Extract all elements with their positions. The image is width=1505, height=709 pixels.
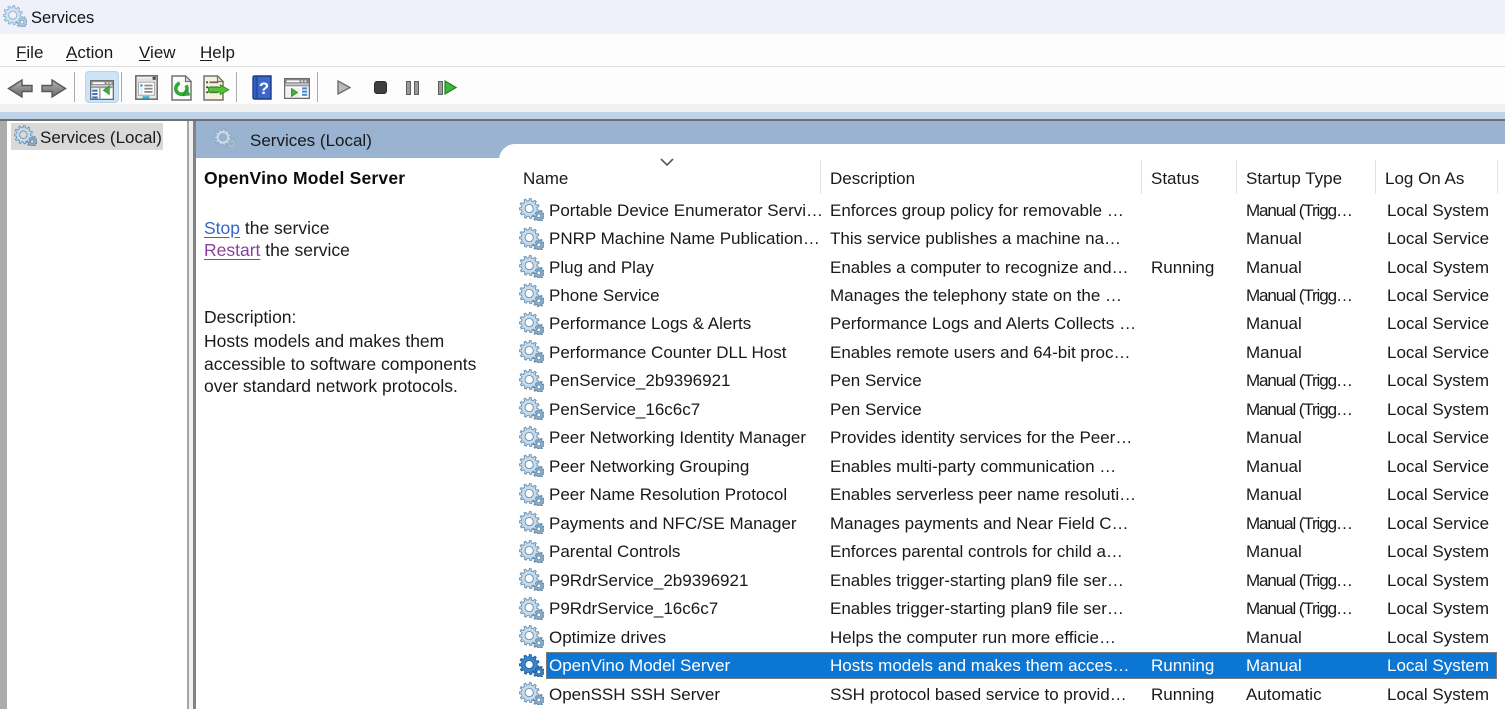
svg-text:?: ? — [259, 79, 269, 98]
